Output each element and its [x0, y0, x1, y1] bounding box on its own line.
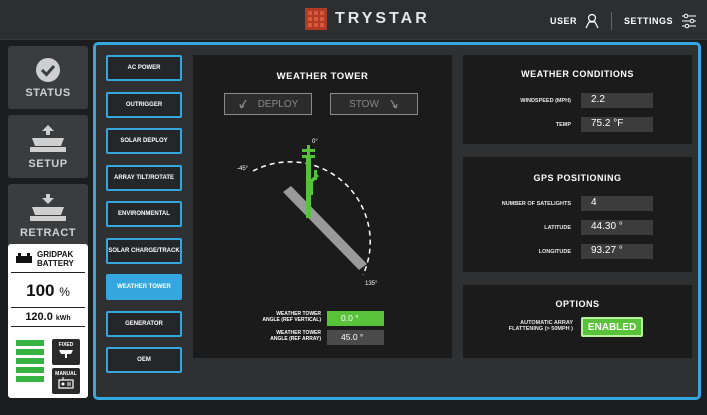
trystar-logo-icon [305, 8, 327, 30]
longitude-row: LONGITUDE 93.27 ° [463, 244, 653, 259]
subnav-environmental[interactable]: ENVIRONMENTAL [106, 201, 182, 227]
gps-title: GPS POSITIONING [533, 173, 622, 183]
nav-status-button[interactable]: STATUS [8, 46, 88, 109]
battery-energy: 120.0 kWh [11, 307, 85, 327]
battery-energy-unit: kWh [55, 315, 71, 322]
latitude-row: LATITUDE 44.30 ° [463, 220, 653, 235]
flatten-label: AUTOMATIC ARRAY FLATTENING (> 50MPH ) [508, 320, 573, 332]
weather-conditions-card: WEATHER CONDITIONS WINDSPEED (MPH) 2.2 T… [463, 55, 692, 144]
latitude-value: 44.30 ° [581, 220, 653, 235]
tower-angle-vertical-label: WEATHER TOWER ANGLE (REF VERTICAL) [262, 311, 321, 323]
main-panel: AC POWER OUTRIGGER SOLAR DEPLOY ARRAY TI… [93, 42, 701, 400]
angle-135-label: 135° [365, 281, 378, 287]
sub-nav: AC POWER OUTRIGGER SOLAR DEPLOY ARRAY TI… [106, 55, 184, 384]
temp-value: 75.2 °F [581, 117, 653, 132]
battery-percent-value: 100 [26, 281, 55, 300]
battery-level-bars [16, 340, 44, 385]
tower-diagram: 0° -45° 135° [237, 139, 378, 287]
angle-neg45-label: -45° [237, 166, 249, 172]
options-title: OPTIONS [555, 299, 600, 309]
nav-status-label: STATUS [25, 86, 71, 99]
battery-percent: 100 % [8, 281, 88, 301]
mode-manual-button[interactable]: MANUAL [52, 368, 80, 394]
satellites-label: NUMBER OF SATELIGHTS [501, 200, 571, 207]
longitude-label: LONGITUDE [538, 248, 571, 255]
subnav-outrigger[interactable]: OUTRIGGER [106, 91, 182, 118]
battery-energy-value: 120.0 [25, 311, 53, 323]
battery-title-line2: BATTERY [37, 259, 74, 268]
deploy-label: DEPLOY [257, 98, 299, 110]
brand-logo: TRYSTAR [305, 8, 430, 30]
manual-control-icon [58, 377, 74, 389]
subnav-solar-deploy[interactable]: SOLAR DEPLOY [106, 128, 182, 154]
battery-bar [16, 367, 44, 373]
stow-arrow-icon [390, 99, 398, 109]
stow-label: STOW [349, 98, 379, 110]
subnav-generator[interactable]: GENERATOR [106, 310, 182, 337]
battery-bar [16, 349, 44, 355]
tower-angle-vertical-value: 0.0 ° [327, 311, 384, 326]
setup-icon [30, 124, 66, 152]
nav-retract-button[interactable]: RETRACT [8, 184, 88, 247]
weather-tower-title: WEATHER TOWER [276, 71, 369, 82]
nav-retract-label: RETRACT [19, 226, 77, 239]
deploy-button[interactable]: DEPLOY [224, 93, 312, 115]
nav-setup-button[interactable]: SETUP [8, 115, 88, 178]
windspeed-value: 2.2 [581, 93, 653, 108]
mode-fixed-button[interactable]: FIXED [52, 339, 80, 365]
satellites-row: NUMBER OF SATELIGHTS 4 [463, 196, 653, 211]
array-flattening-toggle[interactable]: ENABLED [581, 317, 643, 337]
satellites-value: 4 [581, 196, 653, 211]
temp-label: TEMP [555, 121, 571, 128]
battery-bar [16, 340, 44, 346]
header-divider [610, 12, 612, 30]
subnav-solar-charge-track[interactable]: SOLAR CHARGE/TRACK [106, 237, 182, 264]
stow-button[interactable]: STOW [330, 93, 418, 115]
battery-bar [16, 376, 44, 382]
top-bar: TRYSTAR USER SETTINGS [0, 0, 707, 40]
tower-angle-array-value: 45.0 ° [327, 330, 384, 345]
settings-sliders-icon[interactable] [681, 13, 697, 29]
battery-pack-icon [16, 253, 32, 263]
settings-label[interactable]: SETTINGS [624, 16, 673, 26]
retract-icon [30, 193, 66, 221]
windspeed-label: WINDSPEED (MPH) [520, 97, 571, 104]
weather-tower-panel: WEATHER TOWER DEPLOY STOW 0° -45° 135° W… [193, 55, 452, 358]
battery-title-line1: GRIDPAK [37, 250, 74, 259]
user-label[interactable]: USER [550, 16, 577, 26]
brand-name: TRYSTAR [335, 10, 430, 27]
main-nav: STATUS SETUP RETRACT [8, 46, 88, 253]
battery-bar [16, 358, 44, 364]
subnav-weather-tower[interactable]: WEATHER TOWER [106, 274, 182, 300]
latitude-label: LATITUDE [544, 224, 571, 231]
temp-row: TEMP 75.2 °F [463, 117, 653, 132]
options-card: OPTIONS AUTOMATIC ARRAY FLATTENING (> 50… [463, 285, 692, 358]
user-icon[interactable] [585, 13, 599, 29]
subnav-ac-power[interactable]: AC POWER [106, 55, 182, 81]
subnav-oem[interactable]: OEM [106, 347, 182, 373]
deploy-arrow-icon [239, 99, 247, 109]
battery-status-card: GRIDPAK BATTERY 100 % 120.0 kWh FIXED MA… [8, 244, 88, 398]
angle-0-label: 0° [312, 139, 318, 145]
gps-positioning-card: GPS POSITIONING NUMBER OF SATELIGHTS 4 L… [463, 157, 692, 272]
solar-array-bar [283, 186, 367, 270]
tower-angle-array-label: WEATHER TOWER ANGLE (REF ARRAY) [270, 330, 321, 342]
nav-setup-label: SETUP [28, 157, 68, 170]
battery-percent-unit: % [59, 285, 70, 299]
windspeed-row: WINDSPEED (MPH) 2.2 [463, 93, 653, 108]
fixed-array-icon [59, 350, 73, 358]
check-icon [36, 57, 60, 82]
subnav-array-tilt-rotate[interactable]: ARRAY TILT/ROTATE [106, 164, 182, 191]
weather-conditions-title: WEATHER CONDITIONS [521, 69, 634, 79]
longitude-value: 93.27 ° [581, 244, 653, 259]
